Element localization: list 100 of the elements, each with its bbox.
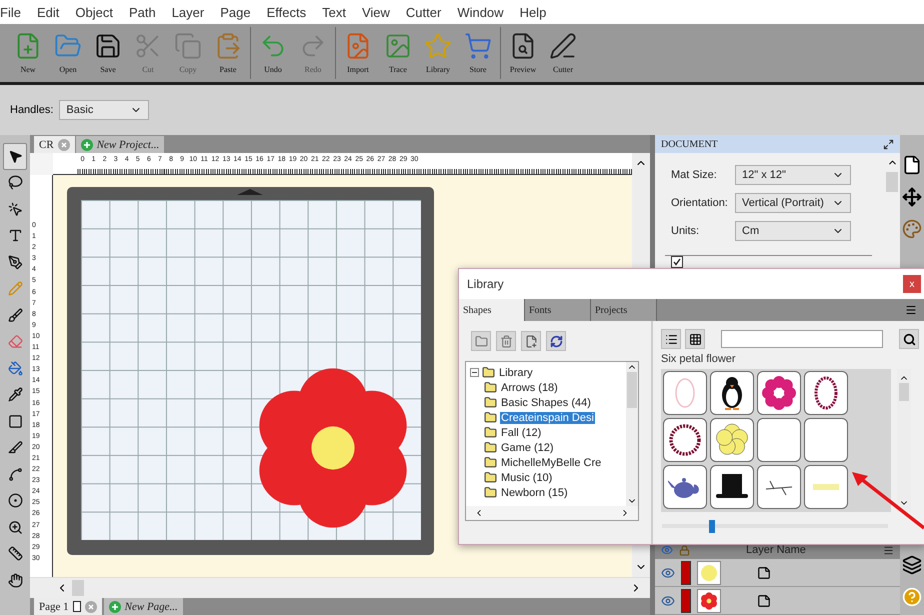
dropdown[interactable]: 12" x 12" — [735, 165, 851, 185]
menu-item[interactable]: Help — [520, 4, 546, 20]
menu-icon[interactable] — [905, 304, 917, 316]
menu-item[interactable]: Layer — [172, 4, 204, 20]
shape-tile[interactable] — [804, 418, 848, 462]
palette-icon[interactable] — [902, 219, 922, 239]
menu-item[interactable]: Effects — [266, 4, 306, 20]
field-label: Orientation: — [671, 197, 729, 209]
menu-item[interactable]: Object — [75, 4, 113, 20]
tree-item[interactable]: Basic Shapes (44) — [470, 395, 626, 410]
horizontal-scrollbar[interactable] — [30, 577, 650, 598]
layers-icon[interactable] — [902, 555, 922, 575]
menu-item[interactable]: Page — [220, 4, 251, 20]
toolbar-button[interactable]: Preview — [503, 27, 543, 79]
dropdown[interactable]: Vertical (Portrait) — [735, 193, 851, 213]
tree-item[interactable]: Music (10) — [470, 470, 626, 485]
expand-icon[interactable] — [883, 138, 894, 150]
toolbar-button[interactable]: New — [8, 27, 48, 79]
note-icon[interactable] — [757, 566, 771, 580]
tree-item[interactable]: Fall (12) — [470, 425, 626, 440]
toolbar-button[interactable]: Trace — [378, 27, 418, 79]
tree-item[interactable]: Newborn (15) — [470, 485, 626, 500]
toolbar-button[interactable]: Import — [338, 27, 378, 79]
toolbar-button[interactable]: Paste — [208, 27, 248, 79]
trash-icon — [500, 334, 512, 348]
eraser-icon — [8, 334, 22, 350]
tree-item[interactable]: Game (12) — [470, 440, 626, 455]
toolbar-button[interactable]: Store — [458, 27, 498, 79]
new-folder-button[interactable] — [471, 331, 491, 351]
page-icon[interactable] — [902, 155, 922, 175]
library-tab[interactable]: Fonts — [525, 299, 591, 321]
menu-item[interactable]: View — [362, 4, 390, 20]
show-grid-checkbox[interactable] — [671, 256, 683, 268]
tree-item[interactable]: Arrows (18) — [470, 380, 626, 395]
scroll-thumb[interactable] — [72, 580, 84, 596]
lasso-icon — [8, 175, 22, 190]
shape-tile[interactable] — [757, 371, 801, 415]
grid-view-button[interactable] — [685, 329, 705, 349]
toolbar-button[interactable]: Cutter — [543, 27, 583, 79]
menu-icon[interactable] — [883, 544, 894, 556]
document-tab[interactable]: New Project... — [76, 136, 164, 153]
close-button[interactable]: x — [903, 275, 921, 293]
folder-icon — [484, 411, 497, 424]
eye-icon[interactable] — [661, 566, 675, 580]
collapse-icon[interactable] — [470, 368, 479, 377]
shape-tile[interactable] — [710, 418, 754, 462]
node-pointer-icon — [8, 202, 22, 217]
toolbar-button[interactable]: Undo — [253, 27, 293, 79]
layer-row[interactable] — [655, 559, 900, 587]
layer-row[interactable] — [655, 587, 900, 615]
tree-item[interactable]: MichelleMyBelle Cre — [470, 455, 626, 470]
shape-tile[interactable] — [663, 418, 707, 462]
shape-tile[interactable] — [710, 465, 754, 509]
scroll-thumb[interactable] — [886, 172, 898, 192]
document-tab[interactable]: CR — [34, 136, 75, 153]
panel-title: DOCUMENT — [661, 138, 718, 150]
import-button[interactable] — [521, 331, 541, 351]
stripe-icon — [813, 484, 839, 490]
tree-item[interactable]: Library — [470, 365, 626, 380]
library-tab[interactable]: Shapes — [459, 299, 525, 321]
shape-tile[interactable] — [710, 371, 754, 415]
toolbar-button[interactable]: Open — [48, 27, 88, 79]
note-icon[interactable] — [757, 594, 771, 608]
ruler-icon — [8, 546, 22, 562]
shape-tile[interactable] — [663, 371, 707, 415]
file-icon — [524, 334, 538, 348]
folder-icon — [484, 441, 497, 454]
slider-thumb[interactable] — [709, 520, 716, 533]
refresh-button[interactable] — [546, 331, 566, 351]
scroll-thumb[interactable] — [899, 383, 909, 401]
menu-item[interactable]: Edit — [36, 4, 60, 20]
toolbar-button[interactable]: Library — [418, 27, 458, 79]
brush-icon — [8, 308, 22, 323]
dropdown[interactable]: Cm — [735, 221, 851, 241]
search-field[interactable] — [721, 330, 883, 348]
page-icon — [72, 601, 81, 612]
toolbar-button[interactable]: Save — [88, 27, 128, 79]
menu-item[interactable]: Cutter — [406, 4, 442, 20]
tree-item[interactable]: Createinspain Desi — [470, 410, 626, 425]
scroll-thumb[interactable] — [627, 372, 637, 408]
library-tab[interactable]: Projects — [591, 299, 657, 321]
shape-tile[interactable] — [663, 465, 707, 509]
page-tab[interactable]: Page 1 — [34, 598, 102, 615]
shape-tile[interactable] — [757, 418, 801, 462]
shape-tile[interactable] — [757, 465, 801, 509]
menu-item[interactable]: Window — [457, 4, 504, 20]
shape-tile[interactable] — [804, 371, 848, 415]
delete-button[interactable] — [496, 331, 516, 351]
folder-icon — [474, 334, 488, 348]
menu-item[interactable]: Path — [128, 4, 156, 20]
shape-tile[interactable] — [804, 465, 848, 509]
menu-item[interactable]: File — [0, 4, 21, 20]
eye-icon[interactable] — [661, 594, 675, 608]
menu-item[interactable]: Text — [322, 4, 346, 20]
move-icon[interactable] — [902, 187, 922, 207]
tool-button[interactable] — [3, 143, 27, 170]
list-view-button[interactable] — [661, 329, 681, 349]
page-tab[interactable]: New Page... — [104, 598, 183, 615]
search-button[interactable] — [899, 329, 919, 349]
handles-select[interactable]: Basic — [59, 100, 150, 120]
